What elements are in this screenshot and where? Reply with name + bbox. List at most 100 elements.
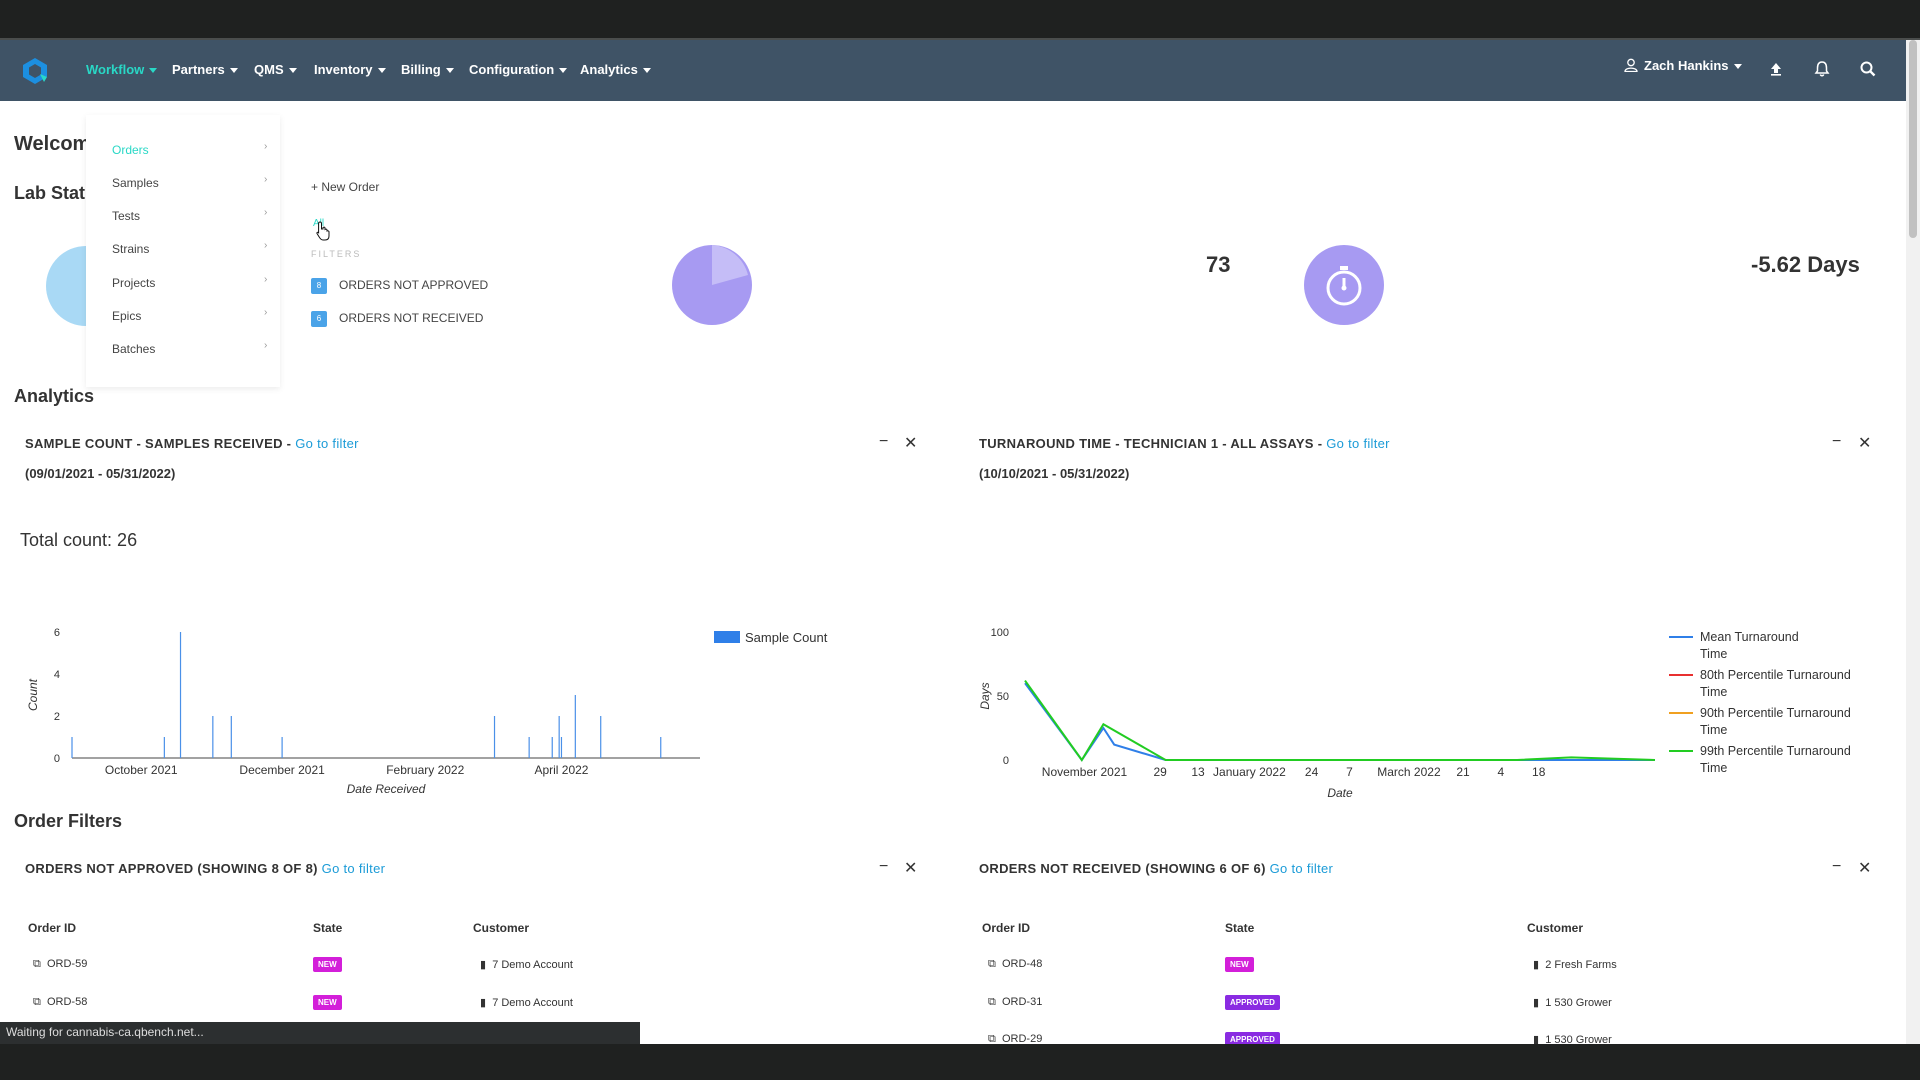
order-link[interactable]: ⧉ ORD-31 (988, 996, 1042, 1009)
building-icon: ▮ (1533, 959, 1540, 971)
nav-partners[interactable]: Partners (172, 62, 238, 77)
building-icon: ▮ (480, 997, 487, 1009)
minimize-icon[interactable]: − (879, 433, 888, 451)
total-count: Total count: 26 (20, 530, 138, 550)
turnaround-card-title: TURNAROUND TIME - TECHNICIAN 1 - ALL ASS… (979, 436, 1390, 451)
chevron-down-icon (642, 68, 651, 74)
external-link-icon: ⧉ (33, 996, 41, 1008)
upload-icon[interactable] (1765, 58, 1787, 80)
external-link-icon: ⧉ (988, 958, 996, 970)
x-tick-label: January 2022 (1213, 765, 1286, 779)
hand-cursor-icon (316, 221, 330, 241)
y-tick-label: 0 (1003, 755, 1009, 767)
y-axis-title: Days (978, 682, 992, 709)
browser-status-bar: Waiting for cannabis-ca.qbench.net... (0, 1022, 640, 1044)
x-tick-label: April 2022 (534, 763, 588, 777)
card-date-range: (10/10/2021 - 05/31/2022) (979, 466, 1130, 481)
legend-swatch (714, 631, 740, 643)
search-icon[interactable] (1857, 58, 1879, 80)
card-date-range: (09/01/2021 - 05/31/2022) (25, 466, 176, 481)
filter-orders-not-received[interactable]: 6 ORDERS NOT RECEIVED (311, 311, 483, 327)
y-axis-title: Count (26, 678, 40, 711)
menu-item-strains[interactable]: Strains (112, 242, 149, 256)
column-header-customer[interactable]: Customer (473, 921, 529, 935)
customer-cell[interactable]: ▮ 2 Fresh Farms (1533, 958, 1617, 971)
series-line (1024, 680, 1656, 762)
nav-qms[interactable]: QMS (254, 62, 297, 77)
order-link[interactable]: ⧉ ORD-59 (33, 958, 87, 971)
turnaround-time-chart: 0 50 100 November 2021 29 13 January 2022 24 7 Ma… (978, 627, 1851, 800)
building-icon: ▮ (1533, 1034, 1540, 1044)
order-link[interactable]: ⧉ ORD-48 (988, 958, 1042, 971)
go-to-filter-link[interactable]: Go to filter (1326, 436, 1390, 451)
order-link[interactable]: ⧉ ORD-29 (988, 1033, 1042, 1044)
legend-label: Time (1700, 761, 1727, 775)
nav-billing[interactable]: Billing (401, 62, 454, 77)
external-link-icon: ⧉ (33, 958, 41, 970)
x-tick-label: March 2022 (1377, 765, 1441, 779)
go-to-filter-link[interactable]: Go to filter (1270, 861, 1334, 876)
menu-item-orders[interactable]: Orders (112, 143, 149, 157)
menu-item-projects[interactable]: Projects (112, 276, 155, 290)
minimize-icon[interactable]: − (1832, 858, 1841, 876)
sample-count-chart: 0 2 4 6 October 2021 December 2021 February 20… (26, 627, 828, 796)
order-link[interactable]: ⧉ ORD-58 (33, 996, 87, 1009)
nav-workflow[interactable]: Workflow (86, 62, 158, 77)
column-header-state[interactable]: State (1225, 921, 1254, 935)
menu-item-samples[interactable]: Samples (112, 176, 159, 190)
close-icon[interactable]: ✕ (1858, 858, 1871, 878)
legend-label: Sample Count (745, 630, 828, 645)
x-axis-title: Date Received (347, 782, 426, 796)
y-tick-label: 6 (54, 627, 60, 639)
chevron-right-icon: › (264, 307, 268, 318)
menu-item-tests[interactable]: Tests (112, 209, 140, 223)
minimize-icon[interactable]: − (879, 858, 888, 876)
new-order-link[interactable]: + New Order (311, 180, 379, 194)
qbench-logo-icon[interactable] (20, 56, 50, 86)
go-to-filter-link[interactable]: Go to filter (295, 436, 359, 451)
close-icon[interactable]: ✕ (1858, 433, 1871, 453)
column-header-order-id[interactable]: Order ID (982, 921, 1030, 935)
close-icon[interactable]: ✕ (904, 858, 917, 878)
column-header-customer[interactable]: Customer (1527, 921, 1583, 935)
legend-label: Mean Turnaround (1700, 630, 1799, 644)
close-icon[interactable]: ✕ (904, 433, 917, 453)
column-header-state[interactable]: State (313, 921, 342, 935)
x-tick-label: October 2021 (105, 763, 178, 777)
user-menu[interactable]: Zach Hankins (1624, 58, 1742, 73)
page-scrollbar[interactable] (1906, 40, 1920, 1044)
x-tick-label: 24 (1305, 765, 1319, 779)
browser-viewport: Workflow Partners QMS Inventory Billing … (0, 40, 1920, 1044)
minimize-icon[interactable]: − (1832, 433, 1841, 451)
user-name: Zach Hankins (1644, 58, 1729, 73)
top-navbar: Workflow Partners QMS Inventory Billing … (0, 40, 1920, 101)
customer-cell[interactable]: ▮ 1 530 Grower (1533, 996, 1612, 1009)
nav-configuration[interactable]: Configuration (469, 62, 568, 77)
scrollbar-thumb[interactable] (1909, 40, 1917, 238)
customer-cell[interactable]: ▮ 7 Demo Account (480, 996, 573, 1009)
x-axis-title: Date (1327, 786, 1353, 800)
nav-analytics[interactable]: Analytics (580, 62, 651, 77)
analytics-heading: Analytics (14, 386, 95, 406)
legend-label: Time (1700, 685, 1727, 699)
legend-label: 80th Percentile Turnaround (1700, 668, 1851, 682)
filter-orders-not-approved[interactable]: 8 ORDERS NOT APPROVED (311, 278, 488, 294)
menu-item-batches[interactable]: Batches (112, 342, 155, 356)
x-tick-label: 18 (1532, 765, 1546, 779)
x-tick-label: February 2022 (386, 763, 464, 777)
chevron-right-icon: › (264, 174, 268, 185)
go-to-filter-link[interactable]: Go to filter (322, 861, 386, 876)
column-header-order-id[interactable]: Order ID (28, 921, 76, 935)
customer-cell[interactable]: ▮ 1 530 Grower (1533, 1033, 1612, 1044)
bell-icon[interactable] (1811, 58, 1833, 80)
chevron-down-icon (445, 68, 454, 74)
menu-item-epics[interactable]: Epics (112, 309, 141, 323)
chevron-right-icon: › (264, 207, 268, 218)
customer-cell[interactable]: ▮ 7 Demo Account (480, 958, 573, 971)
nav-inventory[interactable]: Inventory (314, 62, 386, 77)
filters-label: FILTERS (311, 249, 362, 259)
welcome-heading: Welcom (14, 133, 91, 155)
x-tick-label: 4 (1498, 765, 1505, 779)
y-tick-label: 2 (54, 711, 60, 723)
y-tick-label: 50 (997, 691, 1009, 703)
